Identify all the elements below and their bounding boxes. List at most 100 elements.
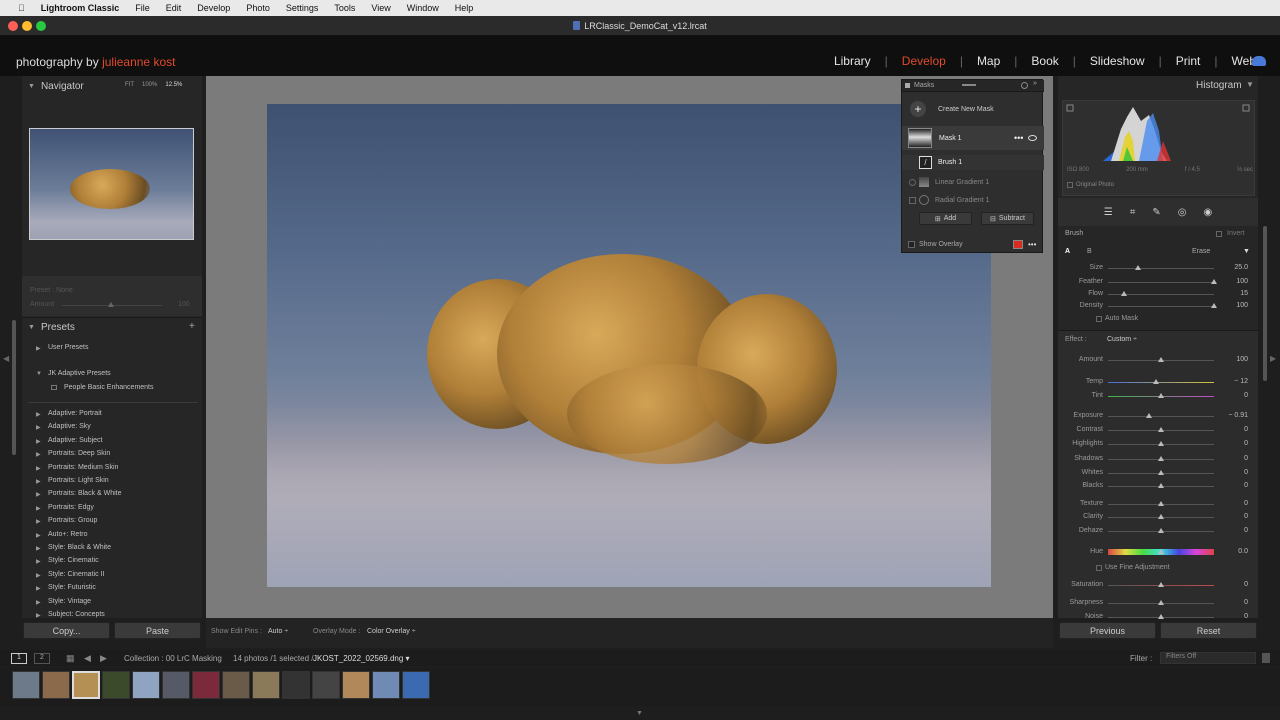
expand-triangle-icon[interactable]: ▶ — [36, 451, 41, 458]
effect-slider-blacks[interactable]: Blacks 0 — [1058, 479, 1258, 493]
filmstrip-thumbnail[interactable] — [12, 671, 40, 699]
effect-slider-dehaze[interactable]: Dehaze 0 — [1058, 524, 1258, 538]
crop-icon[interactable]: ⌗ — [1130, 207, 1136, 218]
preset-item[interactable]: Adaptive: Sky — [48, 423, 91, 430]
slider-track[interactable] — [1108, 306, 1214, 307]
slider-track[interactable] — [1108, 416, 1214, 417]
slider-value[interactable]: 0 — [1244, 599, 1248, 606]
paste-button[interactable]: Paste — [114, 622, 201, 639]
slider-knob[interactable] — [1152, 379, 1159, 384]
add-preset-icon[interactable]: + — [189, 321, 195, 332]
effect-slider-noise[interactable]: Noise 0 — [1058, 610, 1258, 624]
minimize-window-button[interactable] — [22, 21, 32, 31]
menu-tools[interactable]: Tools — [326, 3, 363, 13]
filter-select[interactable]: Filters Off — [1160, 652, 1256, 664]
reset-button[interactable]: Reset — [1160, 622, 1257, 639]
effect-slider-texture[interactable]: Texture 0 — [1058, 497, 1258, 511]
slider-track[interactable] — [1108, 282, 1214, 283]
slider-knob[interactable] — [1146, 413, 1153, 418]
expand-triangle-icon[interactable]: ▶ — [36, 599, 41, 606]
slider-knob[interactable] — [1158, 483, 1164, 488]
slider-value[interactable]: 0 — [1244, 513, 1248, 520]
slider-value[interactable]: 0 — [1244, 455, 1248, 462]
preset-group-jk[interactable]: JK Adaptive Presets — [48, 370, 111, 377]
slider-knob[interactable] — [1211, 279, 1217, 284]
main-photo[interactable] — [267, 104, 991, 587]
menu-file[interactable]: File — [127, 3, 158, 13]
expand-triangle-icon[interactable]: ▶ — [36, 505, 41, 512]
fine-adjust-checkbox[interactable] — [1096, 565, 1102, 571]
module-print[interactable]: Print — [1176, 54, 1201, 68]
add-mask-icon[interactable]: + — [910, 101, 926, 117]
slider-knob[interactable] — [1158, 393, 1164, 398]
expand-triangle-icon[interactable]: ▶ — [36, 465, 41, 472]
grid-view-icon[interactable]: ▦ — [66, 653, 75, 664]
filmstrip-thumbnail[interactable] — [102, 671, 130, 699]
effect-slider-whites[interactable]: Whites 0 — [1058, 466, 1258, 480]
slider-knob[interactable] — [1158, 427, 1164, 432]
preset-item[interactable]: Adaptive: Subject — [48, 437, 102, 444]
module-book[interactable]: Book — [1031, 54, 1058, 68]
copy-button[interactable]: Copy... — [23, 622, 110, 639]
mask-1-name[interactable]: Mask 1 — [939, 135, 962, 142]
close-window-button[interactable] — [8, 21, 18, 31]
expand-triangle-icon[interactable]: ▶ — [36, 612, 41, 619]
expand-triangle-icon[interactable]: ▶ — [36, 491, 41, 498]
expand-triangle-icon[interactable]: ▶ — [36, 545, 41, 552]
brush-options-triangle-icon[interactable]: ▼ — [1243, 248, 1250, 255]
create-new-mask[interactable]: Create New Mask — [938, 106, 994, 113]
eye-visibility-icon[interactable] — [1028, 135, 1037, 141]
screen-2-button[interactable]: 2 — [34, 653, 50, 664]
right-scrollbar[interactable] — [1263, 226, 1267, 381]
create-new-mask-row[interactable]: + Create New Mask — [902, 100, 1044, 118]
module-library[interactable]: Library — [834, 54, 871, 68]
slider-value[interactable]: 0 — [1244, 613, 1248, 620]
collapse-triangle-icon[interactable]: ▼ — [36, 371, 42, 377]
expand-triangle-icon[interactable]: ▶ — [36, 438, 41, 445]
slider-track[interactable] — [1108, 268, 1214, 269]
masking-icon[interactable]: ◉ — [1204, 207, 1213, 218]
preset-item[interactable]: Style: Vintage — [48, 598, 91, 605]
filmstrip-thumbnail[interactable] — [132, 671, 160, 699]
density-slider[interactable]: Density 100 — [1058, 299, 1258, 313]
linear-gradient-row[interactable]: Linear Gradient 1 — [902, 175, 1044, 189]
previous-button[interactable]: Previous — [1059, 622, 1156, 639]
slider-value[interactable]: 0.0 — [1238, 548, 1248, 555]
effect-slider-sharpness[interactable]: Sharpness 0 — [1058, 596, 1258, 610]
slider-knob[interactable] — [1158, 549, 1164, 554]
slider-value[interactable]: − 0.91 — [1228, 412, 1248, 419]
filmstrip-thumbnail[interactable] — [252, 671, 280, 699]
slider-value[interactable]: 0 — [1244, 469, 1248, 476]
slider-knob[interactable] — [1158, 456, 1164, 461]
collapse-bottom-arrow-icon[interactable]: ▼ — [636, 710, 643, 717]
filmstrip-thumbnail[interactable] — [192, 671, 220, 699]
size-slider[interactable]: Size 25.0 — [1058, 261, 1258, 275]
menu-photo[interactable]: Photo — [238, 3, 278, 13]
collapse-triangle-icon[interactable]: ▼ — [28, 324, 35, 331]
menu-settings[interactable]: Settings — [278, 3, 327, 13]
slider-value[interactable]: 100 — [1236, 356, 1248, 363]
zoom-fit[interactable]: FIT — [125, 82, 134, 88]
original-photo-checkbox[interactable] — [1067, 182, 1073, 188]
preset-group-user[interactable]: User Presets — [48, 344, 88, 351]
edit-pins-select[interactable]: Auto ÷ — [268, 628, 288, 635]
slider-value[interactable]: 0 — [1244, 426, 1248, 433]
edit-sliders-icon[interactable]: ☰ — [1104, 207, 1113, 218]
zoom-100[interactable]: 100% — [142, 82, 157, 88]
menu-edit[interactable]: Edit — [158, 3, 190, 13]
expand-triangle-icon[interactable]: ▶ — [36, 411, 41, 418]
effect-slider-saturation[interactable]: Saturation 0 — [1058, 578, 1258, 592]
slider-knob[interactable] — [1158, 600, 1164, 605]
effect-slider-hue[interactable]: Hue 0.0 — [1058, 545, 1258, 559]
preset-item[interactable]: Portraits: Deep Skin — [48, 450, 110, 457]
apple-icon[interactable]:  — [10, 3, 33, 13]
slider-knob[interactable] — [1211, 303, 1217, 308]
help-icon[interactable] — [1021, 82, 1028, 89]
preset-item[interactable]: Portraits: Black & White — [48, 490, 122, 497]
preset-item[interactable]: People Basic Enhancements — [64, 384, 154, 391]
slider-knob[interactable] — [1158, 614, 1164, 619]
filmstrip-thumbnail[interactable] — [42, 671, 70, 699]
slider-value[interactable]: 0 — [1244, 440, 1248, 447]
effect-preset-select[interactable]: Custom ÷ — [1107, 336, 1137, 343]
menu-app[interactable]: Lightroom Classic — [33, 3, 128, 13]
